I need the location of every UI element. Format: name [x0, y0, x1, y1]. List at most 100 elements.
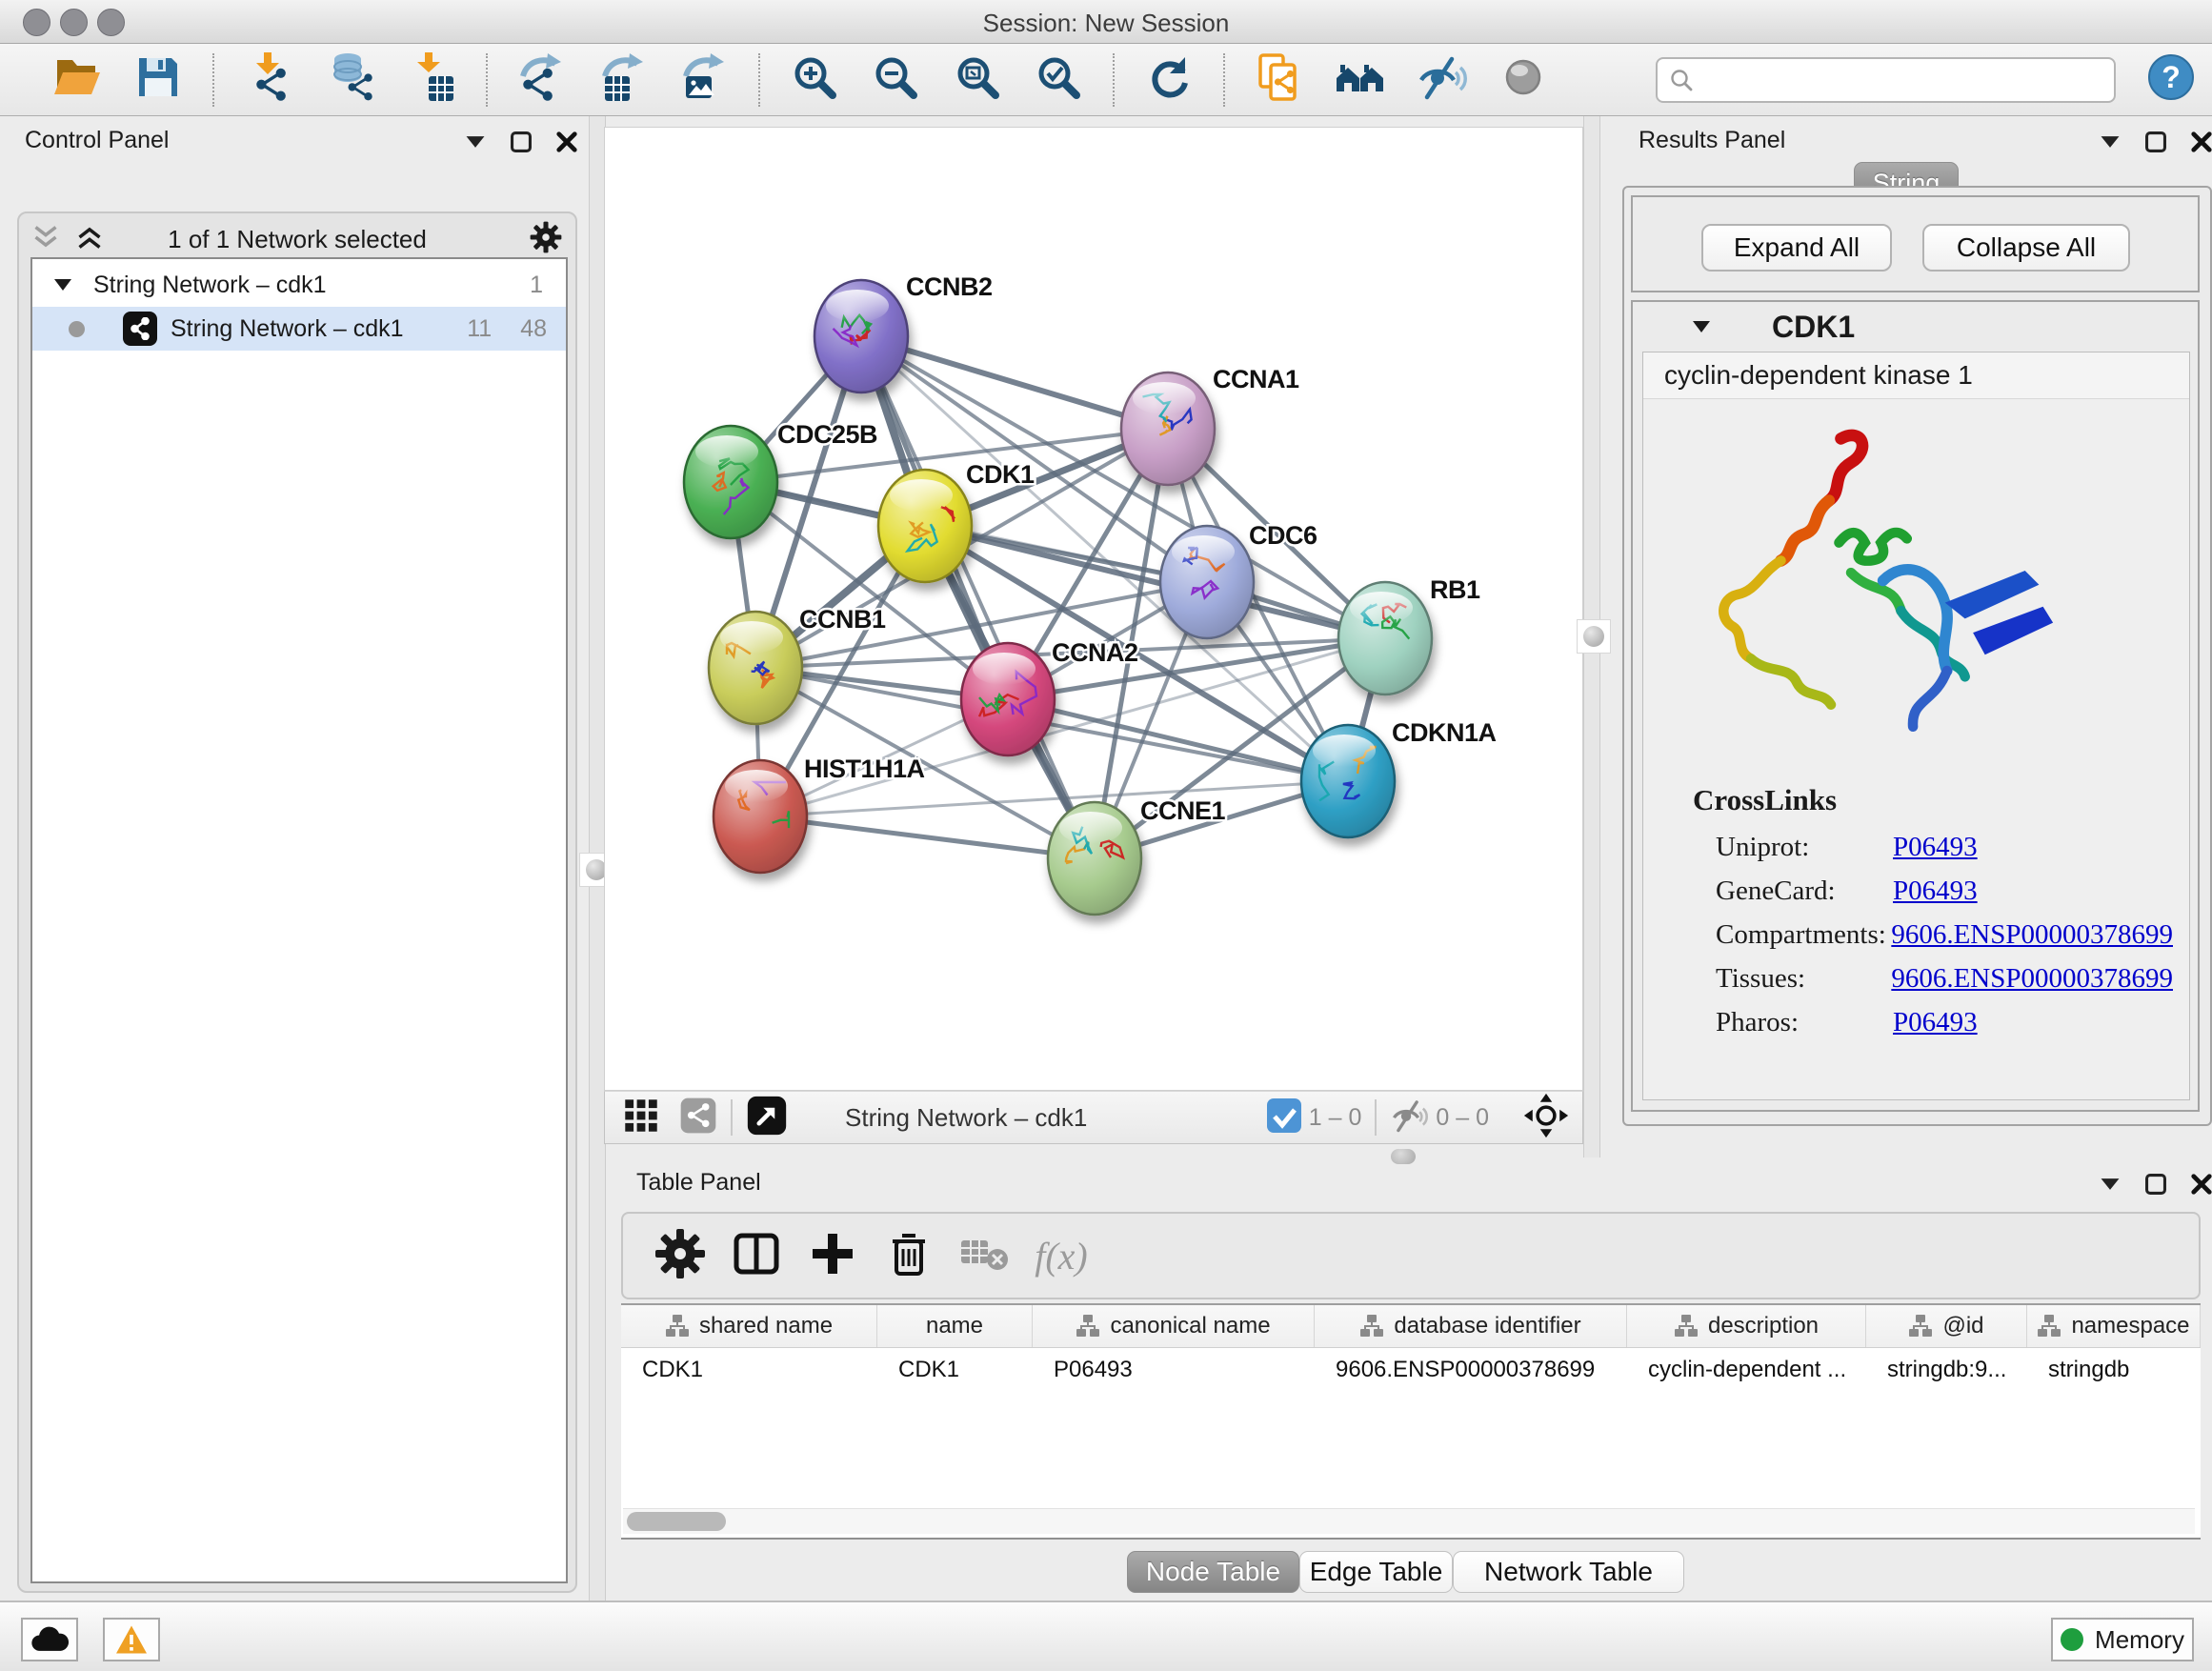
crosslink-link[interactable]: P06493	[1893, 832, 1978, 863]
network-canvas[interactable]: CCNB2CCNA1CDC25BCDK1CDC6RB1CCNB1CCNA2CDK…	[604, 127, 1583, 1091]
panel-menu-caret-icon[interactable]	[2098, 130, 2122, 154]
node-label-CCNA1: CCNA1	[1213, 365, 1299, 393]
column-header-description[interactable]: description	[1627, 1305, 1866, 1347]
open-file-button[interactable]	[49, 50, 106, 110]
export-image-button[interactable]	[676, 50, 734, 110]
status-bar: Memory	[0, 1601, 2212, 1671]
import-network-button[interactable]	[240, 50, 297, 110]
column-header-database-identifier[interactable]: database identifier	[1315, 1305, 1627, 1347]
help-icon: ?	[2145, 51, 2197, 108]
node-CCNB2[interactable]	[814, 280, 908, 393]
fit-content-crosshair-icon[interactable]	[1523, 1093, 1569, 1143]
expand-all-button[interactable]: Expand All	[1701, 224, 1892, 272]
node-CDC6[interactable]	[1160, 526, 1254, 638]
network-tree-child-row[interactable]: String Network – cdk1 11 48	[32, 307, 566, 351]
search-input[interactable]	[1701, 66, 2115, 94]
show-all-button[interactable]	[1495, 50, 1552, 110]
first-neighbors-button[interactable]	[1332, 50, 1389, 110]
tab-network-table[interactable]: Network Table	[1453, 1551, 1684, 1593]
zoom-out-button[interactable]	[868, 50, 925, 110]
node-CCNE1[interactable]	[1048, 802, 1141, 915]
panel-menu-caret-icon[interactable]	[463, 130, 488, 154]
export-network-icon	[515, 51, 567, 108]
show-columns-button[interactable]	[727, 1226, 786, 1285]
column-header-shared-name[interactable]: shared name	[621, 1305, 877, 1347]
panel-float-icon[interactable]	[2143, 1172, 2168, 1197]
svg-text:?: ?	[2162, 60, 2181, 94]
save-session-button[interactable]	[131, 50, 188, 110]
search-box	[1656, 57, 2117, 103]
hide-selected-button[interactable]	[1414, 50, 1471, 110]
function-builder-button[interactable]: f(x)	[1032, 1226, 1091, 1285]
network-tree-root-row[interactable]: String Network – cdk1 1	[32, 263, 566, 307]
hidden-count-eye-slash-icon[interactable]	[1390, 1097, 1428, 1139]
network-graph[interactable]: CCNB2CCNA1CDC25BCDK1CDC6RB1CCNB1CCNA2CDK…	[605, 128, 1582, 1090]
table-header-row: shared namenamecanonical namedatabase id…	[621, 1305, 2201, 1348]
delete-table-button[interactable]	[955, 1226, 1015, 1285]
new-network-from-selection-button[interactable]	[1251, 50, 1308, 110]
tab-node-table[interactable]: Node Table	[1127, 1551, 1299, 1593]
zoom-in-button[interactable]	[786, 50, 843, 110]
column-header-name[interactable]: name	[877, 1305, 1033, 1347]
crosslink-row: Pharos:P06493	[1716, 1000, 2173, 1044]
gene-section-caret-icon[interactable]	[1692, 319, 1711, 334]
add-column-button[interactable]	[803, 1226, 862, 1285]
node-RB1[interactable]	[1338, 582, 1432, 695]
panel-close-icon[interactable]	[2189, 130, 2212, 154]
delete-column-icon	[883, 1228, 935, 1284]
refresh-view-button[interactable]	[1140, 50, 1197, 110]
panel-float-icon[interactable]	[2143, 130, 2168, 154]
zoom-fit-icon	[952, 51, 1003, 108]
node-CDKN1A[interactable]	[1301, 725, 1395, 837]
network-options-gear-icon[interactable]	[530, 221, 562, 258]
panel-close-icon[interactable]	[2189, 1172, 2212, 1197]
crosslink-link[interactable]: P06493	[1893, 876, 1978, 907]
node-CDC25B[interactable]	[684, 426, 777, 538]
panel-float-icon[interactable]	[509, 130, 533, 154]
node-HIST1H1A[interactable]	[714, 760, 807, 873]
scrollbar-thumb[interactable]	[627, 1512, 726, 1531]
panel-close-icon[interactable]	[554, 130, 579, 154]
export-network-button[interactable]	[513, 50, 571, 110]
edge-HIST1H1A-CCNE1	[760, 816, 1095, 858]
node-CCNA2[interactable]	[961, 643, 1055, 755]
delete-column-button[interactable]	[879, 1226, 938, 1285]
network-tree: String Network – cdk1 1 String Network –…	[30, 257, 568, 1583]
crosslink-link[interactable]: P06493	[1893, 1007, 1978, 1038]
node-CDK1[interactable]	[878, 470, 972, 582]
table-horizontal-scrollbar[interactable]	[623, 1508, 2195, 1534]
export-view-icon[interactable]	[746, 1095, 788, 1141]
zoom-selected-button[interactable]	[1031, 50, 1088, 110]
network-current-dot-icon	[69, 321, 85, 337]
show-columns-icon	[731, 1228, 782, 1284]
help-button[interactable]: ?	[2142, 50, 2200, 110]
selected-count-checkbox-icon[interactable]	[1267, 1098, 1301, 1137]
application-window: Session: New Session ? Control Panel Net…	[0, 0, 2212, 1671]
node-label-CDC6: CDC6	[1249, 521, 1317, 550]
memory-button[interactable]: Memory	[2051, 1618, 2194, 1661]
import-table-button[interactable]	[403, 50, 460, 110]
crosslink-link[interactable]: 9606.ENSP00000378699	[1891, 963, 2173, 995]
column-header-canonical-name[interactable]: canonical name	[1033, 1305, 1315, 1347]
column-header-namespace[interactable]: namespace	[2027, 1305, 2201, 1347]
panel-menu-caret-icon[interactable]	[2098, 1172, 2122, 1197]
zoom-fit-button[interactable]	[949, 50, 1006, 110]
collapse-all-button[interactable]: Collapse All	[1922, 224, 2130, 272]
import-database-button[interactable]	[322, 50, 379, 110]
export-table-button[interactable]	[594, 50, 652, 110]
tab-edge-table[interactable]: Edge Table	[1299, 1551, 1453, 1593]
crosslink-row: Tissues:9606.ENSP00000378699	[1716, 956, 2173, 1000]
warnings-button[interactable]	[103, 1618, 160, 1661]
table-tabs: Node TableEdge TableNetwork Table	[1127, 1551, 1684, 1595]
cloud-button[interactable]	[21, 1618, 78, 1661]
tree-collapse-caret-icon[interactable]	[53, 277, 72, 292]
table-row[interactable]: CDK1CDK1P064939606.ENSP00000378699cyclin…	[621, 1348, 2201, 1392]
node-CCNB1[interactable]	[709, 612, 802, 724]
column-header--id[interactable]: @id	[1866, 1305, 2027, 1347]
birdseye-view-icon[interactable]	[679, 1097, 717, 1139]
node-CCNA1[interactable]	[1121, 372, 1215, 485]
crosslink-link[interactable]: 9606.ENSP00000378699	[1891, 919, 2173, 951]
toolbar-separator	[486, 53, 488, 107]
grid-view-icon[interactable]	[620, 1095, 662, 1141]
table-settings-gear-button[interactable]	[651, 1226, 710, 1285]
